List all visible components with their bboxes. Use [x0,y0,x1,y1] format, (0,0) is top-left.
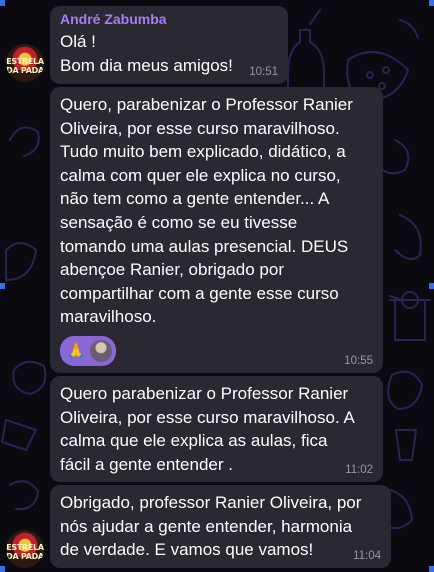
sender-name[interactable]: André Zabumba [60,11,278,27]
message-bubble[interactable]: Obrigado, professor Ranier Oliveira, por… [50,485,391,568]
edge-marker [429,0,434,6]
avatar-label: ESTRELA DA PADA [6,543,44,561]
message-text: Olá ! Bom dia meus amigos! [60,32,233,75]
message-text: Quero parabenizar o Professor Ranier Oli… [60,384,355,474]
message-timestamp: 11:02 [345,464,373,476]
edge-marker [429,566,434,572]
message-timestamp: 10:55 [344,355,373,367]
edge-marker [429,283,434,289]
edge-marker [0,566,5,572]
sender-avatar[interactable]: ESTRELA DA PADA [6,530,44,568]
reaction-pill[interactable]: 🙏 [60,335,116,366]
message-bubble[interactable]: André Zabumba Olá ! Bom dia meus amigos!… [50,6,288,84]
message-bubble[interactable]: Quero parabenizar o Professor Ranier Oli… [50,376,383,482]
pray-emoji-icon: 🙏 [66,340,86,360]
message-text: Quero, parabenizar o Professor Ranier Ol… [60,95,353,327]
message-timestamp: 11:04 [353,550,381,562]
sender-avatar[interactable]: ESTRELA DA PADA [6,44,44,82]
avatar-label: ESTRELA DA PADA [6,57,44,75]
message-timestamp: 10:51 [249,66,278,78]
message-bubble[interactable]: Quero, parabenizar o Professor Ranier Ol… [50,87,383,373]
edge-marker [0,283,5,289]
edge-marker [0,0,5,6]
message-text: Obrigado, professor Ranier Oliveira, por… [60,493,362,560]
reaction-user-avatar [89,339,112,362]
